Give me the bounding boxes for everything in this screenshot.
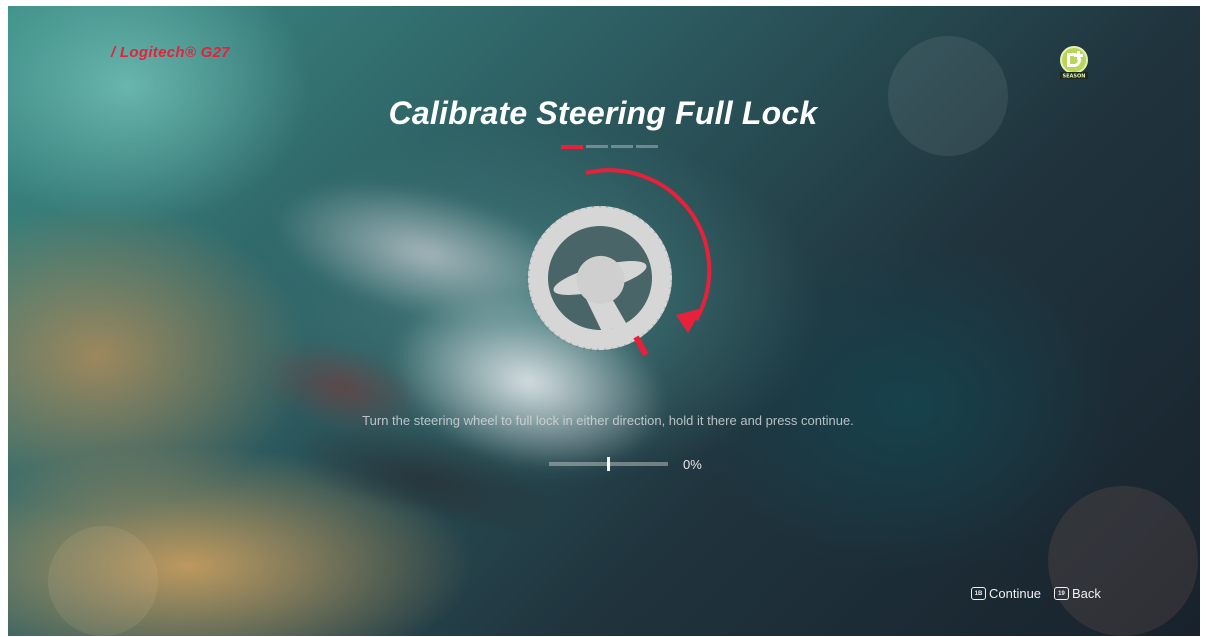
- season-pass-badge: SEASON: [1056, 44, 1092, 80]
- calibration-progress-value: 0%: [683, 457, 702, 472]
- steering-wheel-icon: [526, 204, 674, 352]
- back-button[interactable]: 19 Back: [1054, 586, 1101, 601]
- page-title: Calibrate Steering Full Lock: [388, 95, 818, 131]
- steering-position-mark: [633, 335, 649, 357]
- continue-button[interactable]: 1B Continue: [971, 586, 1041, 601]
- season-pass-icon: SEASON: [1060, 46, 1088, 80]
- back-label: Back: [1072, 586, 1101, 601]
- back-key-icon: 19: [1054, 587, 1069, 600]
- continue-key-icon: 1B: [971, 587, 986, 600]
- bokeh-light: [48, 526, 158, 636]
- continue-label: Continue: [989, 586, 1042, 601]
- step-1-active: [561, 145, 583, 149]
- step-3: [611, 145, 633, 148]
- steering-wheel-graphic: [526, 168, 712, 357]
- device-label: / Logitech® G27: [111, 44, 230, 61]
- calibration-progress-marker: [607, 457, 610, 471]
- badge-text: SEASON: [1063, 74, 1086, 80]
- bokeh-light: [1048, 486, 1198, 636]
- step-2: [586, 145, 608, 148]
- step-indicator: [561, 145, 658, 149]
- arrow-head-icon: [676, 308, 703, 333]
- step-4: [636, 145, 658, 148]
- instruction-text: Turn the steering wheel to full lock in …: [362, 413, 854, 428]
